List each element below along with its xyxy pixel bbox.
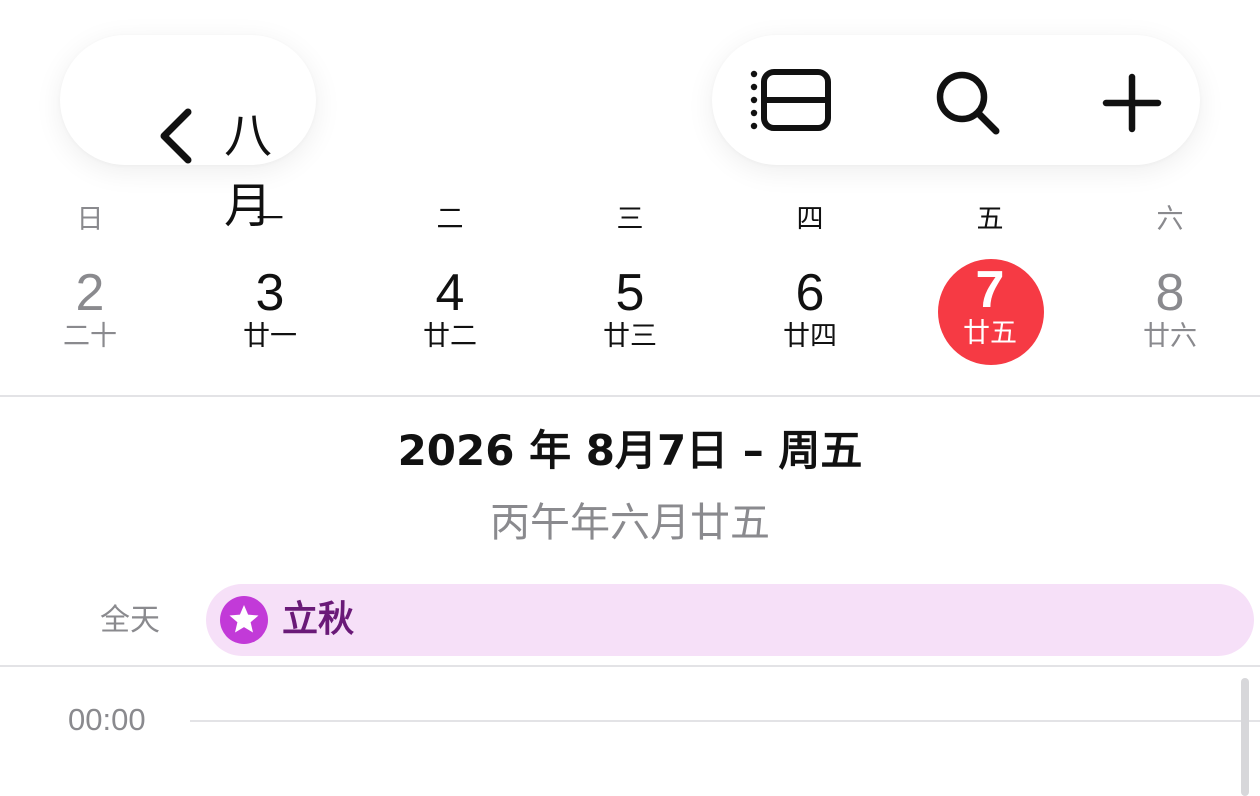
day-number: 4 xyxy=(435,264,465,322)
weekday-label: 四 xyxy=(796,204,824,235)
day-tue[interactable]: 二 4 廿二 xyxy=(360,195,540,395)
weekday-label: 二 xyxy=(436,204,464,235)
day-mon[interactable]: 一 3 廿一 xyxy=(180,195,360,395)
week-divider xyxy=(0,395,1260,397)
day-sun[interactable]: 日 2 二十 xyxy=(0,195,180,395)
all-day-event[interactable]: 立秋 xyxy=(206,584,1254,656)
search-button[interactable] xyxy=(934,69,1002,135)
weekday-label: 五 xyxy=(976,204,1004,235)
chevron-left-icon xyxy=(160,108,192,164)
lunar-date: 廿六 xyxy=(1143,321,1197,352)
lunar-date: 廿四 xyxy=(783,321,837,352)
back-to-month-button[interactable]: 八月 xyxy=(60,35,316,234)
all-day-divider xyxy=(0,665,1260,667)
day-fri[interactable]: 五 7 廿五 xyxy=(900,195,1080,395)
hour-label: 00:00 xyxy=(68,702,146,737)
hour-gridline xyxy=(190,720,1260,722)
weekday-label: 日 xyxy=(76,204,104,235)
weekday-label: 六 xyxy=(1156,204,1184,235)
day-number: 7 xyxy=(975,261,1005,319)
toolbar-actions xyxy=(712,35,1200,165)
selected-lunar-date: 丙午年六月廿五 xyxy=(490,500,770,546)
vertical-scrollbar[interactable] xyxy=(1241,678,1249,796)
day-number: 3 xyxy=(255,264,285,322)
day-number: 6 xyxy=(795,264,825,322)
day-number: 5 xyxy=(615,264,645,322)
calendar-day-view: 八月 日 2 二十 一 3 廿一 二 4 廿二 三 5 廿三 四 6 廿四 五 … xyxy=(0,0,1260,796)
day-thu[interactable]: 四 6 廿四 xyxy=(720,195,900,395)
star-icon xyxy=(220,596,268,644)
day-number: 2 xyxy=(75,264,105,322)
search-icon xyxy=(936,71,1000,135)
plus-icon xyxy=(1102,73,1162,133)
lunar-date: 廿三 xyxy=(603,321,657,352)
event-title: 立秋 xyxy=(282,599,355,640)
view-toggle-button[interactable] xyxy=(750,68,834,132)
day-sat[interactable]: 六 8 廿六 xyxy=(1080,195,1260,395)
lunar-date: 廿五 xyxy=(963,318,1017,349)
list-view-icon xyxy=(750,69,831,131)
day-wed[interactable]: 三 5 廿三 xyxy=(540,195,720,395)
weekday-label: 一 xyxy=(256,204,284,235)
all-day-label: 全天 xyxy=(100,603,160,638)
selected-date-title: 2026 年 8月7日 – 周五 xyxy=(397,426,863,475)
day-number: 8 xyxy=(1155,264,1185,322)
add-event-button[interactable] xyxy=(1102,73,1162,133)
week-strip: 日 2 二十 一 3 廿一 二 4 廿二 三 5 廿三 四 6 廿四 五 7 廿… xyxy=(0,195,1260,395)
lunar-date: 廿二 xyxy=(423,321,477,352)
lunar-date: 廿一 xyxy=(243,321,297,352)
weekday-label: 三 xyxy=(616,204,644,235)
lunar-date: 二十 xyxy=(63,321,117,352)
